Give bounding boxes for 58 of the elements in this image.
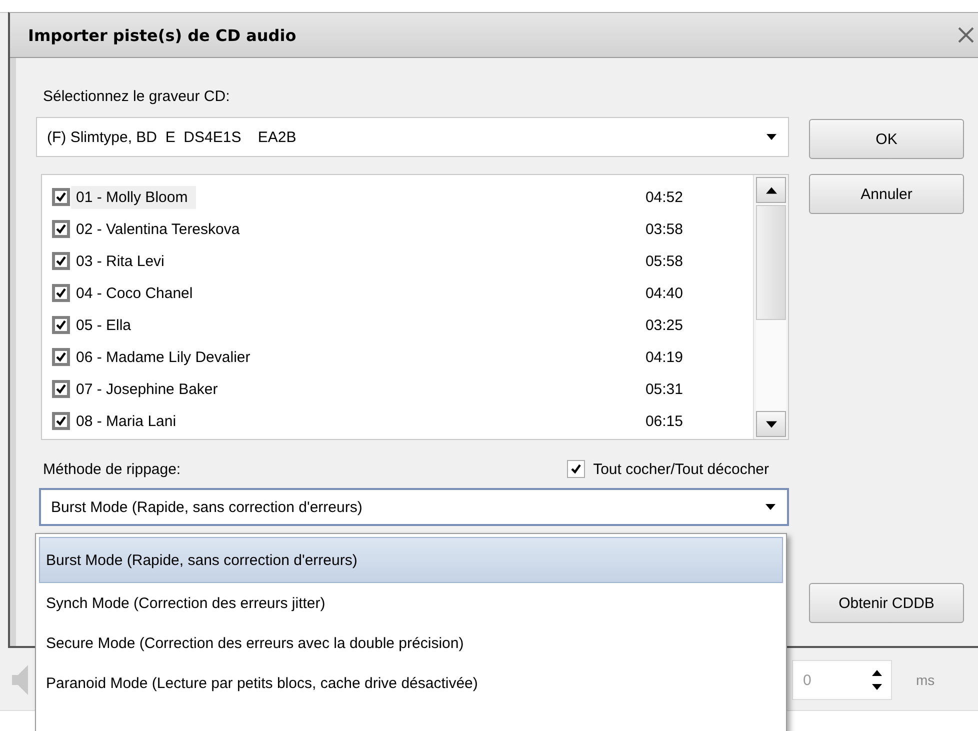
scroll-thumb[interactable] [756, 205, 786, 320]
checkbox[interactable] [52, 252, 70, 270]
track-title[interactable]: 07 - Josephine Baker [71, 378, 223, 400]
checkmark-icon [55, 287, 67, 299]
checkmark-icon [55, 191, 67, 203]
cddb-button[interactable]: Obtenir CDDB [809, 583, 964, 623]
cancel-button[interactable]: Annuler [809, 174, 964, 214]
method-dropdown[interactable]: Burst Mode (Rapide, sans correction d'erreurs) [39, 488, 789, 526]
ok-button[interactable]: OK [809, 119, 964, 159]
down-arrow-icon [766, 420, 776, 428]
check-all-label[interactable]: Tout cocher/Tout décocher [593, 460, 769, 478]
caret-icon [764, 504, 776, 510]
track-duration: 03:25 [645, 316, 683, 334]
checkbox[interactable] [52, 316, 70, 334]
track-duration: 05:31 [645, 380, 683, 398]
scroll-up-button[interactable] [756, 177, 786, 203]
checkbox[interactable] [52, 412, 70, 430]
speaker-icon [12, 665, 28, 695]
track-title[interactable]: 06 - Madame Lily Devalier [71, 346, 256, 368]
track-title[interactable]: 05 - Ella [71, 314, 136, 336]
method-label: Méthode de rippage: [43, 460, 181, 478]
up-arrow-icon [766, 186, 776, 194]
checkbox[interactable] [52, 284, 70, 302]
checkbox[interactable] [52, 380, 70, 398]
checkmark-icon [55, 415, 67, 427]
scroll-down-button[interactable] [756, 411, 786, 437]
checkmark-icon [55, 383, 67, 395]
track-duration: 04:52 [645, 188, 683, 206]
unit-label: ms [916, 672, 935, 688]
track-duration: 04:19 [645, 348, 683, 366]
checkmark-icon [55, 255, 67, 267]
checkmark-icon [570, 463, 582, 475]
checkbox[interactable] [52, 348, 70, 366]
dropdown-option[interactable]: Burst Mode (Rapide, sans correction d'erreurs) [39, 537, 783, 583]
caret-icon [766, 134, 776, 140]
checkmark-icon [55, 351, 67, 363]
checkbox[interactable] [52, 188, 70, 206]
dropdown-option[interactable]: Paranoid Mode (Lecture par petits blocs, cache drive désactivée) [39, 663, 783, 703]
track-title[interactable]: 04 - Coco Chanel [71, 282, 198, 304]
checkmark-icon [55, 223, 67, 235]
track-title[interactable]: 03 - Rita Levi [71, 250, 170, 272]
window-title: Importer piste(s) de CD audio [28, 26, 296, 44]
drive-label: Sélectionnez le graveur CD: [43, 88, 231, 105]
track-duration: 03:58 [645, 220, 683, 238]
drive-dropdown[interactable]: (F) Slimtype, BD E DS4E1S EA2B [36, 117, 789, 157]
track-duration: 04:40 [645, 284, 683, 302]
track-title[interactable]: 02 - Valentina Tereskova [71, 218, 245, 240]
dropdown-option[interactable]: Synch Mode (Correction des erreurs jitter) [39, 583, 783, 623]
track-duration: 06:15 [645, 412, 683, 430]
close-icon[interactable] [958, 27, 974, 43]
scrollbar[interactable] [753, 175, 788, 439]
track-duration: 05:58 [645, 252, 683, 270]
checkmark-icon [55, 319, 67, 331]
track-title[interactable]: 08 - Maria Lani [71, 410, 182, 432]
dropdown-option[interactable]: Secure Mode (Correction des erreurs avec la double précision) [39, 623, 783, 663]
track-title[interactable]: 01 - Molly Bloom [71, 186, 196, 208]
checkbox[interactable] [52, 220, 70, 238]
checkbox[interactable] [567, 460, 586, 478]
